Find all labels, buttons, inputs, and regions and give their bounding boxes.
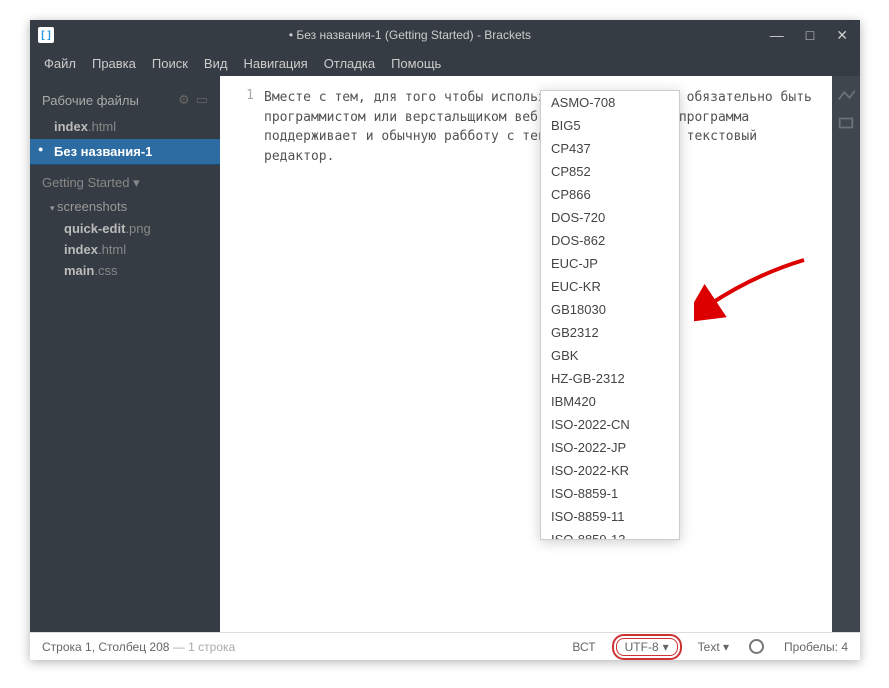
encoding-option[interactable]: HZ-GB-2312 <box>541 367 679 390</box>
working-file[interactable]: index.html <box>30 114 220 139</box>
working-files-label: Рабочие файлы <box>42 93 139 108</box>
right-panel <box>832 76 860 632</box>
menu-view[interactable]: Вид <box>204 56 228 71</box>
editor[interactable]: 1 Вместе с тем, для того чтобы использов… <box>220 76 832 632</box>
app-icon: [ ] <box>38 27 54 43</box>
indent-setting[interactable]: Пробелы: 4 <box>784 640 848 654</box>
encoding-option[interactable]: DOS-862 <box>541 229 679 252</box>
extensions-icon[interactable] <box>837 116 855 130</box>
encoding-option[interactable]: DOS-720 <box>541 206 679 229</box>
encoding-option[interactable]: CP437 <box>541 137 679 160</box>
encoding-option[interactable]: ISO-2022-CN <box>541 413 679 436</box>
titlebar: [ ] • Без названия-1 (Getting Started) -… <box>30 20 860 50</box>
encoding-option[interactable]: CP866 <box>541 183 679 206</box>
menu-navigate[interactable]: Навигация <box>243 56 307 71</box>
working-file[interactable]: Без названия-1 <box>30 139 220 165</box>
encoding-list[interactable]: ASMO-708BIG5CP437CP852CP866DOS-720DOS-86… <box>541 91 679 539</box>
menu-edit[interactable]: Правка <box>92 56 136 71</box>
maximize-button[interactable]: □ <box>802 27 818 44</box>
line-number: 1 <box>220 88 254 103</box>
split-icon[interactable]: ▭ <box>196 92 208 108</box>
encoding-option[interactable]: ISO-2022-JP <box>541 436 679 459</box>
encoding-option[interactable]: ISO-2022-KR <box>541 459 679 482</box>
gear-icon[interactable]: ⚙ <box>178 92 190 108</box>
lint-status-icon[interactable] <box>749 639 764 654</box>
insert-mode[interactable]: ВСТ <box>572 640 595 654</box>
encoding-option[interactable]: GB18030 <box>541 298 679 321</box>
encoding-option[interactable]: EUC-JP <box>541 252 679 275</box>
encoding-option[interactable]: ISO-8859-1 <box>541 482 679 505</box>
minimize-button[interactable]: — <box>766 27 788 44</box>
menubar: Файл Правка Поиск Вид Навигация Отладка … <box>30 50 860 76</box>
encoding-option[interactable]: ISO-8859-13 <box>541 528 679 539</box>
tree-file[interactable]: main.css <box>30 260 220 281</box>
folder-screenshots[interactable]: screenshots <box>30 195 220 218</box>
sidebar: Рабочие файлы ⚙ ▭ index.htmlБез названия… <box>30 76 220 632</box>
encoding-option[interactable]: EUC-KR <box>541 275 679 298</box>
language-mode[interactable]: Text ▾ <box>698 640 729 654</box>
window-title: • Без названия-1 (Getting Started) - Bra… <box>54 28 766 42</box>
menu-file[interactable]: Файл <box>44 56 76 71</box>
encoding-option[interactable]: ASMO-708 <box>541 91 679 114</box>
gutter: 1 <box>220 76 264 632</box>
close-button[interactable]: ✕ <box>832 27 852 44</box>
line-count: 1 строка <box>188 640 235 654</box>
encoding-option[interactable]: IBM420 <box>541 390 679 413</box>
live-preview-icon[interactable] <box>837 88 855 102</box>
encoding-option[interactable]: BIG5 <box>541 114 679 137</box>
tree-file[interactable]: quick-edit.png <box>30 218 220 239</box>
encoding-dropdown: ASMO-708BIG5CP437CP852CP866DOS-720DOS-86… <box>540 90 680 540</box>
menu-find[interactable]: Поиск <box>152 56 188 71</box>
encoding-option[interactable]: ISO-8859-11 <box>541 505 679 528</box>
statusbar: Строка 1, Столбец 208 — 1 строка ВСТ UTF… <box>30 632 860 660</box>
menu-help[interactable]: Помощь <box>391 56 441 71</box>
cursor-position[interactable]: Строка 1, Столбец 208 <box>42 640 169 654</box>
encoding-option[interactable]: GB2312 <box>541 321 679 344</box>
project-title[interactable]: Getting Started ▾ <box>30 165 220 195</box>
encoding-option[interactable]: GBK <box>541 344 679 367</box>
encoding-option[interactable]: CP852 <box>541 160 679 183</box>
menu-debug[interactable]: Отладка <box>324 56 375 71</box>
app-window: [ ] • Без названия-1 (Getting Started) -… <box>30 20 860 660</box>
encoding-selector[interactable]: UTF-8 ▾ <box>616 638 678 656</box>
tree-file[interactable]: index.html <box>30 239 220 260</box>
